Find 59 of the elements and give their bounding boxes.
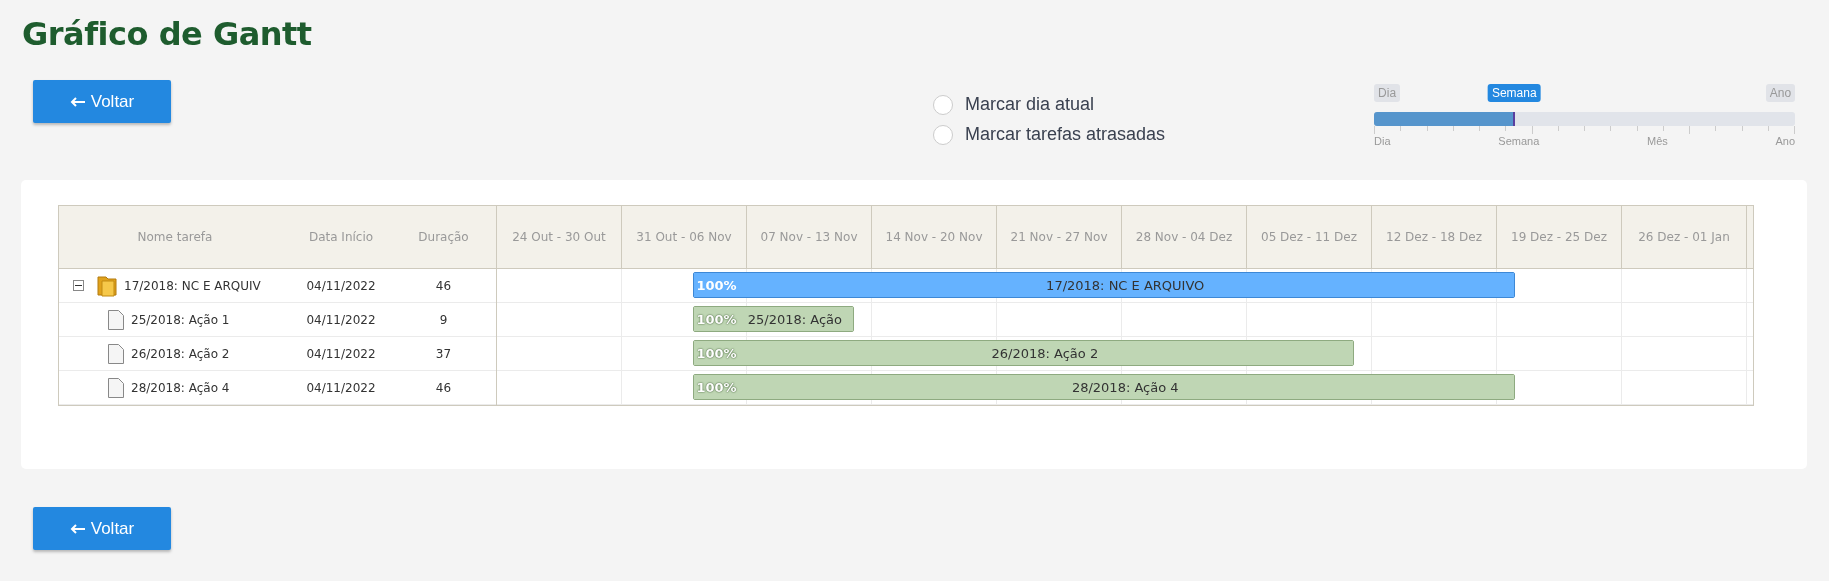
bar-label: 25/2018: Ação [746,311,843,327]
scale-label: Semana [1498,135,1540,147]
table-cell-text: 04/11/2022 [305,379,377,397]
left-arrow-icon [69,96,86,107]
scale-label: Dia [1374,135,1391,147]
option-label: Marcar tarefas atrasadas [965,124,1166,145]
value-tooltip: Semana [1487,84,1541,102]
task-name: 17/2018: NC E ARQUIV [124,278,261,293]
week-header: 19 Dez - 25 Dez [1497,206,1622,268]
option-label: Marcar dia atual [965,94,1095,115]
task-name: 26/2018: Ação 2 [131,346,230,361]
table-cell-text: 9 [438,311,449,329]
task-bar[interactable]: 100% 28/2018: Ação 4 [693,374,1515,400]
bar-label: 28/2018: Ação 4 [1070,379,1180,395]
week-header: 12 Dez - 18 Dez [1372,206,1497,268]
folder-icon [96,273,118,298]
slider-track[interactable] [1374,112,1796,126]
document-icon [107,376,125,399]
left-arrow-icon [69,523,86,534]
table-cell-text: 04/11/2022 [305,311,377,329]
min-label: Dia [1374,84,1401,102]
bar-label: 17/2018: NC E ARQUIVO [1045,277,1206,293]
column-header: Nome tarefa [136,229,214,246]
week-header: 05 Dez - 11 Dez [1247,206,1372,268]
table-cell-text: 04/11/2022 [305,277,377,295]
progress-text: 100% [696,277,737,293]
column-header: Duração [417,229,470,246]
table-cell-text: 37 [434,345,453,363]
back-button[interactable]: Voltar [33,80,171,123]
bar-label: 26/2018: Ação 2 [990,345,1100,361]
table-cell-text: 04/11/2022 [305,345,377,363]
scale-label: Ano [1775,135,1796,147]
column-header: Data Início [307,229,375,246]
week-header: 31 Out - 06 Nov [622,206,747,268]
task-bar[interactable]: 100% 26/2018: Ação 2 [693,340,1355,366]
progress-text: 100% [696,379,737,395]
week-header: 26 Dez - 01 Jan [1622,206,1747,268]
document-icon [107,342,125,365]
table-cell-text: 46 [434,277,453,295]
task-name: 28/2018: Ação 4 [131,380,230,395]
document-icon [107,308,125,331]
week-header: 28 Nov - 04 Dez [1122,206,1247,268]
task-bar[interactable]: 100% 25/2018: Ação [693,306,855,332]
table-cell-text: 46 [434,379,453,397]
task-name: 25/2018: Ação 1 [131,312,230,327]
scale-label: Mês [1647,135,1668,147]
week-header: 21 Nov - 27 Nov [997,206,1122,268]
radio-button[interactable] [933,94,953,115]
progress-text: 100% [696,311,737,327]
collapse-icon[interactable] [73,280,84,291]
week-header: 14 Nov - 20 Nov [872,206,997,268]
progress-text: 100% [696,345,737,361]
week-header: 07 Nov - 13 Nov [747,206,872,268]
max-label: Ano [1765,84,1796,102]
back-button[interactable]: Voltar [33,507,171,550]
task-bar[interactable]: 100% 17/2018: NC E ARQUIVO [693,272,1515,298]
page-title: Gráfico de Gantt [22,14,313,55]
week-header: 24 Out - 30 Out [497,206,622,268]
radio-button[interactable] [933,124,953,145]
